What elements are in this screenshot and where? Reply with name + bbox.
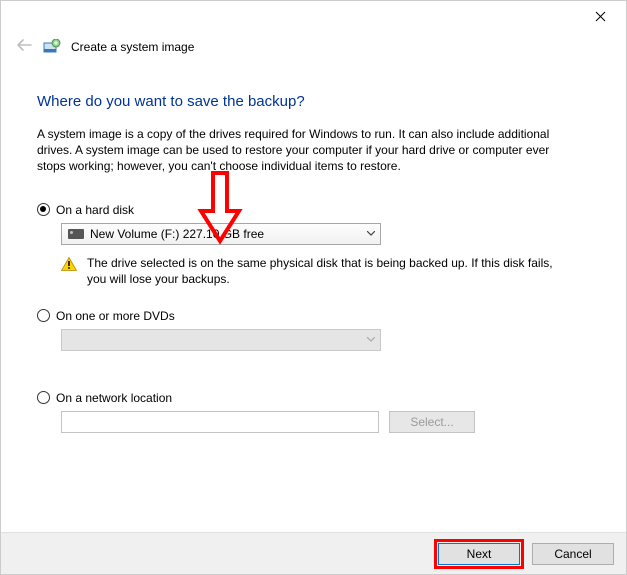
annotation-highlight: Next: [434, 539, 524, 569]
network-select-button: Select...: [389, 411, 475, 433]
dvd-select-combo: [61, 329, 381, 351]
radio-network-label: On a network location: [56, 391, 172, 405]
system-image-icon: [43, 39, 61, 55]
drive-select-combo[interactable]: New Volume (F:) 227.10 GB free: [61, 223, 381, 245]
back-arrow-icon: [15, 38, 33, 57]
radio-indicator-icon: [37, 203, 50, 216]
radio-network[interactable]: On a network location: [37, 391, 590, 405]
radio-hard-disk-label: On a hard disk: [56, 203, 134, 217]
next-button[interactable]: Next: [438, 543, 520, 565]
chevron-down-icon: [362, 224, 380, 244]
radio-hard-disk[interactable]: On a hard disk: [37, 203, 590, 217]
warning-icon: [61, 257, 77, 271]
radio-dvd-label: On one or more DVDs: [56, 309, 175, 323]
chevron-down-icon: [362, 330, 380, 350]
radio-dvd[interactable]: On one or more DVDs: [37, 309, 590, 323]
cancel-button[interactable]: Cancel: [532, 543, 614, 565]
description-text: A system image is a copy of the drives r…: [37, 126, 577, 175]
network-path-input: [61, 411, 379, 433]
warning-text: The drive selected is on the same physic…: [87, 255, 561, 287]
hard-disk-icon: [68, 229, 84, 239]
window-title: Create a system image: [71, 40, 194, 54]
page-heading: Where do you want to save the backup?: [37, 93, 590, 110]
drive-select-value: New Volume (F:) 227.10 GB free: [90, 227, 362, 241]
radio-indicator-icon: [37, 391, 50, 404]
close-button[interactable]: [582, 5, 618, 27]
radio-indicator-icon: [37, 309, 50, 322]
